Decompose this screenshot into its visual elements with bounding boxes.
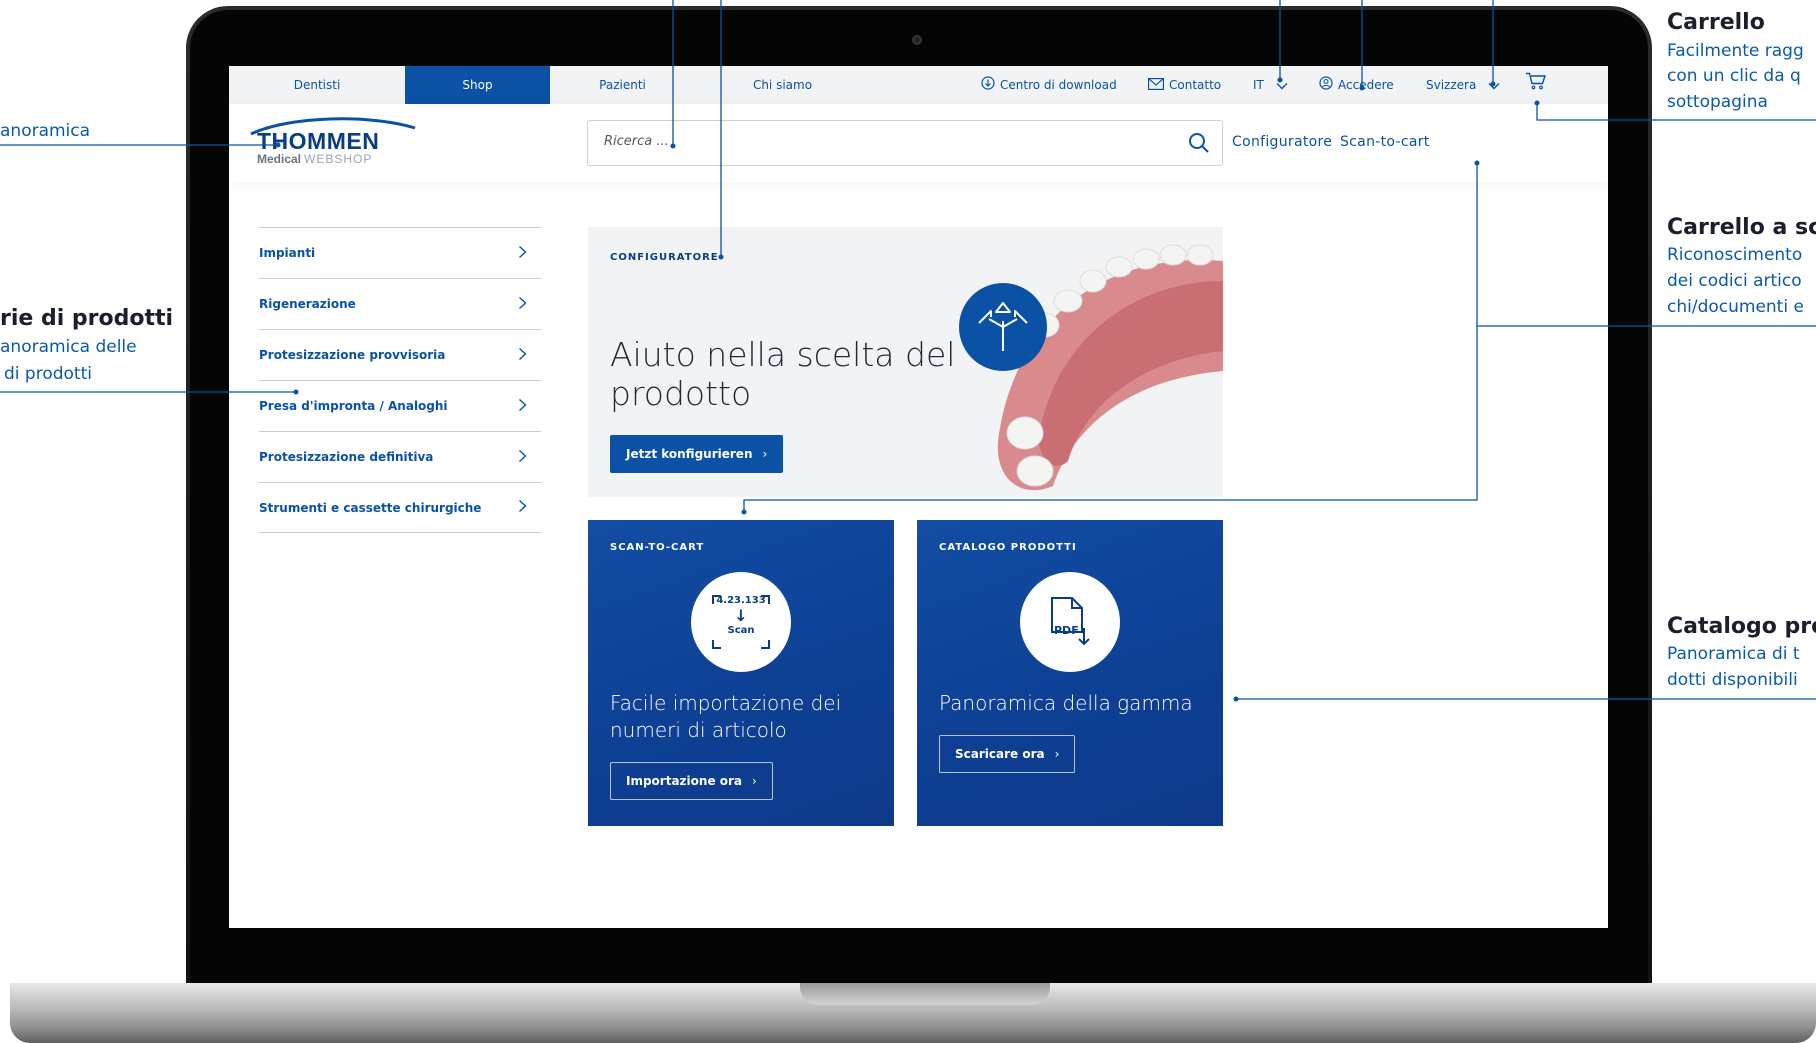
annotation-categories-desc-2: di prodotti [4,364,92,384]
annotation-scan-desc-2: dei codici artico [1667,271,1802,291]
annotation-cart-desc-2: con un clic da q [1667,66,1801,86]
annotation-catalog-desc-1: Panoramica di t [1667,644,1800,664]
annotation-scan-desc-3: chi/documenti e [1667,297,1804,317]
annotation-categories-desc-1: anoramica delle [0,337,137,357]
annotation-cart-desc-1: Facilmente ragg [1667,41,1804,61]
annotation-cart-title: Carrello [1667,10,1765,35]
annotation-categories-title: rie di prodotti [0,306,174,331]
annotation-catalog-desc-2: dotti disponibili [1667,670,1798,690]
annotation-lines [0,0,1816,702]
annotation-scan-title: Carrello a sc [1667,215,1816,240]
annotation-overview: anoramica [0,121,91,141]
annotation-cart-desc-3: sottopagina [1667,92,1768,112]
annotation-scan-desc-1: Riconoscimento [1667,245,1803,265]
annotation-catalog-title: Catalogo pro [1667,614,1816,639]
